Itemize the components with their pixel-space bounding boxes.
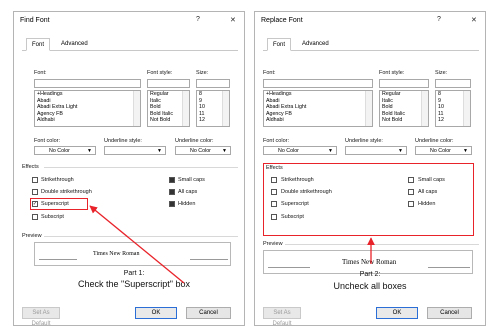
annotation-arrows bbox=[89, 205, 375, 284]
arrow-to-superscript bbox=[89, 205, 185, 284]
